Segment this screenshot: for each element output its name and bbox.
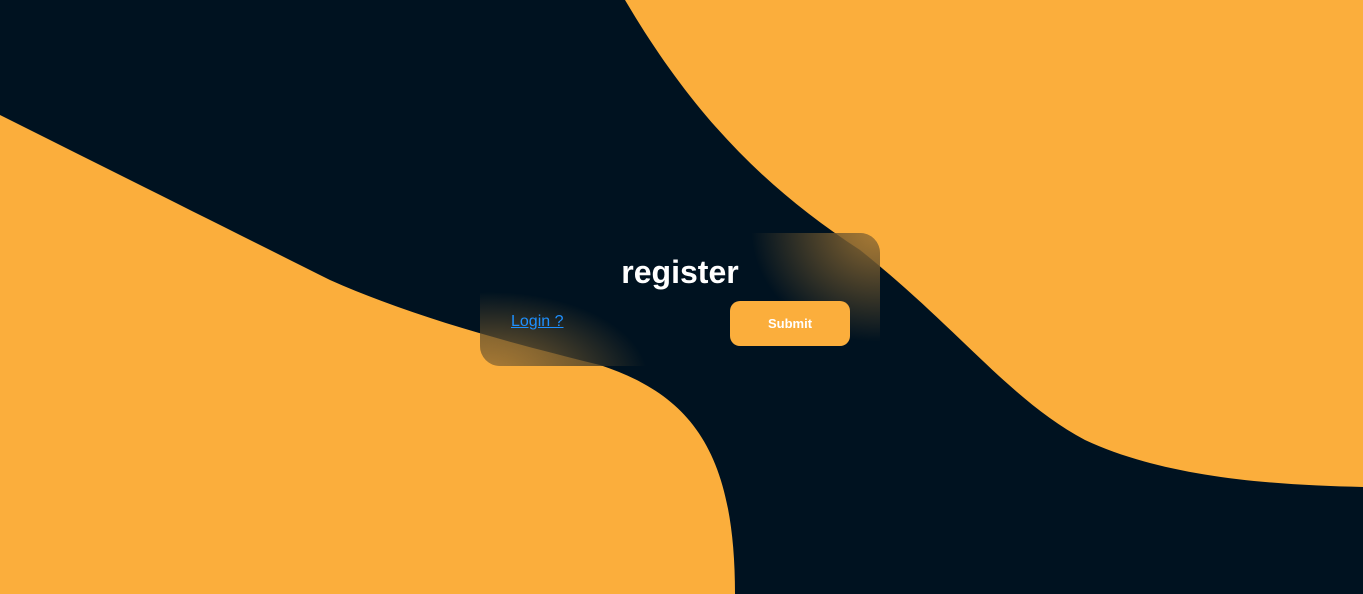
form-title: register <box>621 254 739 290</box>
login-link[interactable]: Login ? <box>511 313 564 331</box>
submit-button[interactable]: Submit <box>730 301 850 346</box>
page: register Login ? Submit <box>0 0 1363 594</box>
card-frost-highlight <box>480 291 650 366</box>
register-card: register Login ? Submit <box>480 233 880 366</box>
